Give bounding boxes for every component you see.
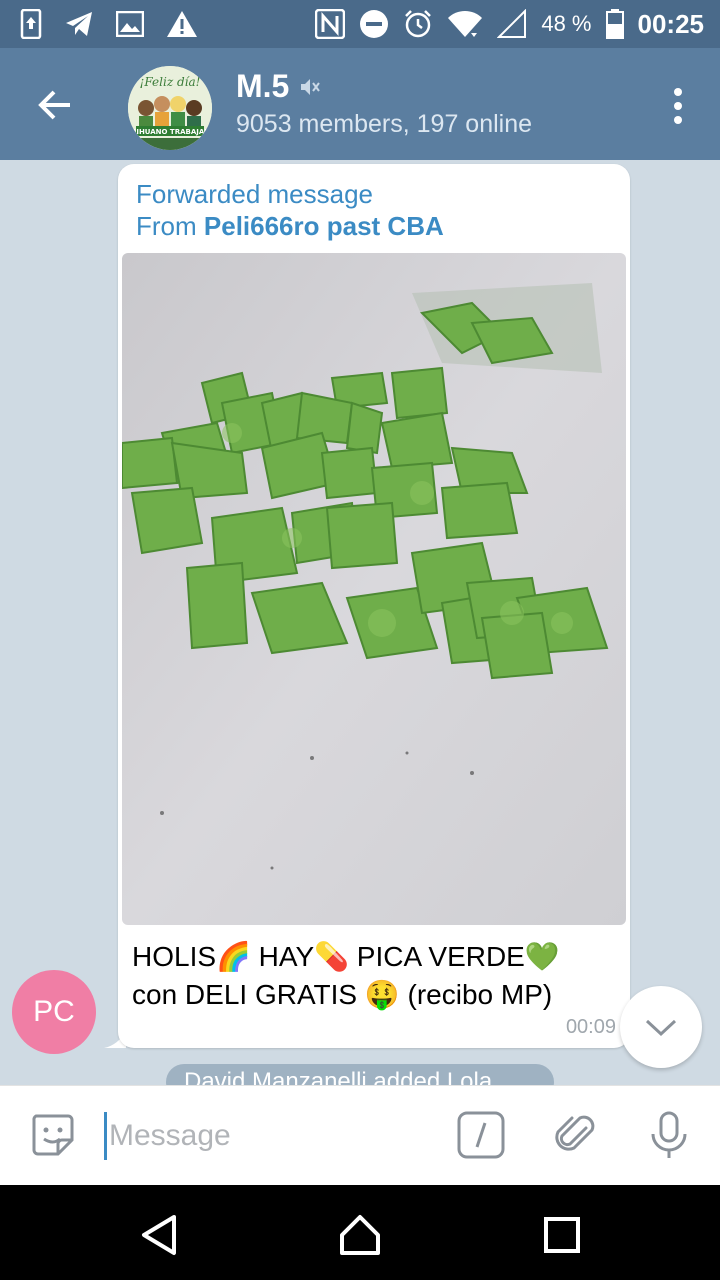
avatar-text-2: MARIHUANO TRABAJADOR	[128, 128, 212, 136]
message-line-1: HOLIS🌈 HAY💊 PICA VERDE💚	[132, 941, 560, 972]
muted-speaker-icon	[301, 78, 321, 95]
nav-back-button[interactable]	[138, 1213, 182, 1257]
chevron-down-icon	[645, 1019, 677, 1037]
slash-command-icon	[457, 1111, 505, 1159]
sender-avatar[interactable]: PC	[12, 970, 96, 1054]
voice-button[interactable]	[644, 1110, 694, 1160]
message-input[interactable]	[104, 1112, 434, 1160]
sticker-button[interactable]	[28, 1110, 78, 1160]
chat-area[interactable]: Forwarded message From Peli666ro past CB…	[0, 160, 720, 1085]
telegram-icon	[66, 12, 92, 36]
command-button[interactable]	[456, 1110, 506, 1160]
forward-header[interactable]: Forwarded message From Peli666ro past CB…	[136, 178, 444, 242]
signal-icon	[497, 9, 527, 38]
paperclip-icon	[555, 1115, 595, 1151]
chat-title[interactable]: M.5	[236, 68, 321, 105]
screen-share-icon	[20, 9, 42, 39]
member-count: 9053 members, 197 online	[236, 110, 533, 138]
dnd-icon	[360, 10, 389, 38]
triangle-back-icon	[142, 1215, 176, 1255]
photo-image	[122, 253, 626, 925]
message-bubble[interactable]: Forwarded message From Peli666ro past CB…	[118, 164, 630, 1048]
square-recents-icon	[544, 1217, 580, 1253]
back-button[interactable]	[30, 80, 80, 130]
status-bar: 48 % 00:25	[0, 0, 720, 48]
scroll-down-button[interactable]	[620, 986, 702, 1068]
warning-icon	[167, 11, 197, 37]
nav-recents-button[interactable]	[540, 1213, 584, 1257]
alarm-icon	[405, 10, 432, 38]
more-vertical-icon	[674, 88, 682, 124]
system-nav-bar	[0, 1185, 720, 1280]
from-prefix: From	[136, 211, 204, 241]
message-composer	[0, 1085, 720, 1185]
attach-button[interactable]	[550, 1110, 600, 1160]
avatar-image: ¡Feliz día! MARIHUANO TRABAJADOR	[128, 66, 212, 150]
chat-header: ¡Feliz día! MARIHUANO TRABAJADOR M.5 905…	[0, 48, 720, 160]
wifi-icon	[448, 10, 483, 37]
forward-source[interactable]: Peli666ro past CBA	[204, 211, 444, 241]
image-icon	[116, 11, 144, 37]
battery-icon	[605, 9, 624, 39]
sticker-icon	[32, 1114, 74, 1156]
nav-home-button[interactable]	[338, 1213, 382, 1257]
service-message: David Manzanelli added Lola	[166, 1064, 554, 1085]
message-text: HOLIS🌈 HAY💊 PICA VERDE💚 con DELI GRATIS …	[132, 938, 612, 1014]
home-icon	[340, 1215, 380, 1255]
message-photo[interactable]	[122, 253, 626, 925]
more-menu-button[interactable]	[666, 86, 690, 126]
microphone-icon	[651, 1111, 687, 1158]
arrow-left-icon	[38, 90, 70, 120]
chat-name: M.5	[236, 68, 290, 104]
message-time: 00:09	[565, 1016, 616, 1038]
nfc-icon	[315, 9, 346, 39]
chat-avatar[interactable]: ¡Feliz día! MARIHUANO TRABAJADOR	[128, 66, 212, 150]
clock: 00:25	[637, 8, 705, 39]
avatar-text: ¡Feliz día!	[140, 75, 201, 89]
message-line-2: con DELI GRATIS 🤑 (recibo MP)	[132, 979, 553, 1010]
battery-percent: 48 %	[541, 11, 592, 36]
forwarded-label: Forwarded message	[136, 179, 373, 209]
